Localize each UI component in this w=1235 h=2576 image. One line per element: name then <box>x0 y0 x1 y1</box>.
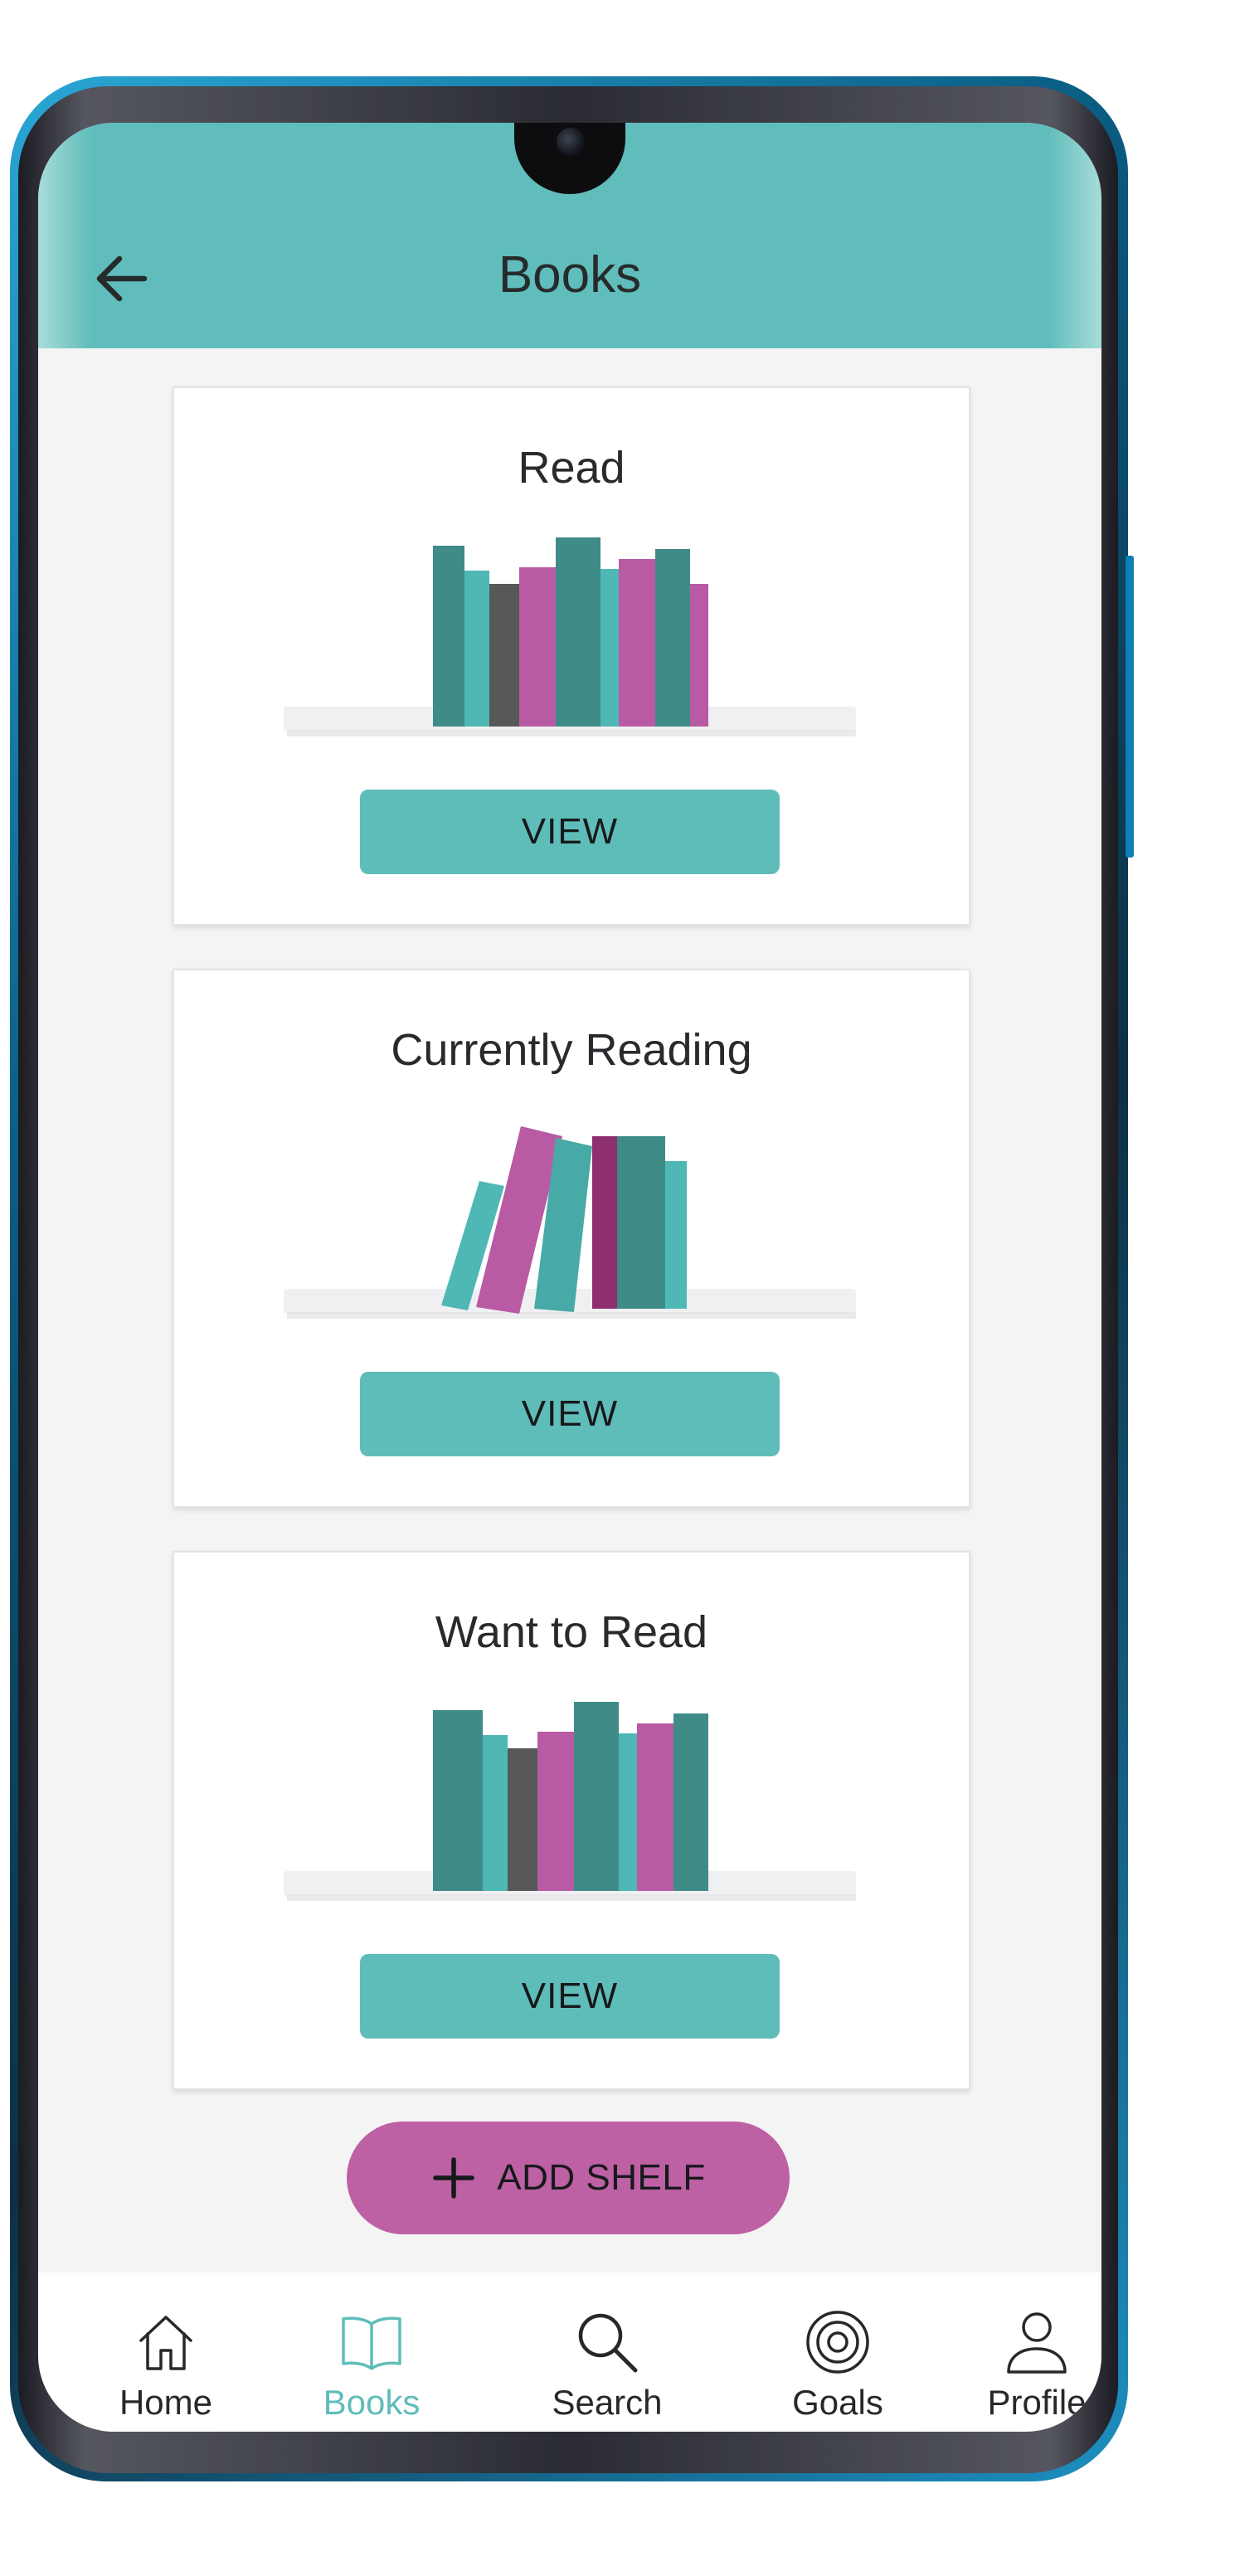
nav-label-books: Books <box>323 2383 421 2422</box>
bookshelf-illustration <box>284 1702 856 1901</box>
target-icon <box>806 2311 869 2374</box>
nav-label-goals: Goals <box>792 2383 883 2422</box>
app-screen: Books Read VIEW Currently Reading VIEW W… <box>38 123 1101 2432</box>
bottom-navigation: Home Books Search Goals Profile <box>38 2272 1101 2432</box>
view-want-to-read-button[interactable]: VIEW <box>360 1954 780 2039</box>
book-icon <box>342 2316 401 2370</box>
user-icon <box>1007 2312 1067 2374</box>
nav-item-home[interactable]: Home <box>100 2272 232 2432</box>
shelf-title: Currently Reading <box>391 1025 752 1075</box>
nav-item-goals[interactable]: Goals <box>771 2272 904 2432</box>
bookshelf-illustration <box>284 537 856 736</box>
nav-item-books[interactable]: Books <box>305 2272 438 2432</box>
bookshelf-illustration <box>284 1126 856 1319</box>
view-read-button[interactable]: VIEW <box>360 790 780 874</box>
front-camera <box>557 128 585 156</box>
phone-side-button <box>1126 556 1134 858</box>
nav-item-profile[interactable]: Profile <box>970 2272 1101 2432</box>
nav-label-profile: Profile <box>987 2383 1087 2422</box>
shelf-title: Read <box>518 443 625 493</box>
page-title: Books <box>498 246 642 304</box>
shelf-card-currently-reading: Currently Reading VIEW <box>173 969 970 1508</box>
add-shelf-label: ADD SHELF <box>497 2157 706 2198</box>
nav-label-search: Search <box>552 2383 663 2422</box>
view-currently-reading-button[interactable]: VIEW <box>360 1372 780 1456</box>
nav-item-search[interactable]: Search <box>541 2272 673 2432</box>
home-icon <box>139 2316 192 2370</box>
shelf-card-read: Read VIEW <box>173 386 970 926</box>
search-icon <box>578 2313 638 2373</box>
shelf-title: Want to Read <box>435 1607 708 1657</box>
plus-icon <box>433 2157 475 2199</box>
add-shelf-button[interactable]: ADD SHELF <box>347 2122 790 2234</box>
shelf-card-want-to-read: Want to Read VIEW <box>173 1551 970 2090</box>
nav-label-home: Home <box>119 2383 213 2422</box>
